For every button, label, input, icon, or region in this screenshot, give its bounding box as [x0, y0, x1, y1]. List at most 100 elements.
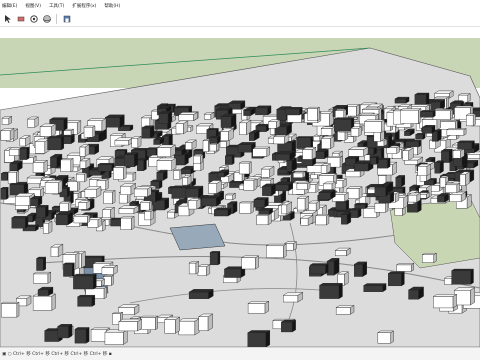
warehouse-icon: [63, 15, 70, 23]
building: [187, 198, 202, 210]
building: [172, 169, 183, 180]
building: [241, 255, 260, 270]
building: [83, 125, 96, 138]
building: [353, 202, 369, 209]
building: [402, 147, 415, 161]
building: [363, 119, 386, 133]
building: [163, 316, 181, 334]
building: [139, 200, 153, 211]
sketchup-window: 编辑(E) 视图(V) 工具(T) 扩展程序(x) 帮助(H) ▣ ○ Ctrl…: [0, 0, 480, 360]
building: [318, 282, 344, 299]
building: [158, 110, 173, 125]
building: [306, 106, 321, 122]
building: [407, 286, 425, 300]
menu-extensions[interactable]: 扩展程序(x): [72, 3, 96, 9]
building: [57, 323, 73, 339]
eraser-tool-button[interactable]: [15, 14, 26, 25]
building: [177, 318, 200, 336]
menu-tools[interactable]: 工具(T): [49, 3, 64, 9]
building: [220, 113, 237, 128]
building: [201, 195, 222, 207]
building: [102, 190, 116, 205]
building: [156, 169, 169, 181]
building: [26, 116, 40, 128]
building: [197, 264, 211, 277]
building: [254, 105, 272, 116]
building: [432, 293, 458, 309]
building: [29, 195, 43, 207]
model-viewport[interactable]: [0, 28, 480, 347]
building: [42, 220, 53, 234]
building: [335, 305, 355, 315]
building: [131, 135, 142, 148]
building: [280, 201, 293, 215]
building: [432, 109, 454, 120]
building: [11, 215, 29, 229]
building: [0, 301, 20, 318]
building: [136, 157, 148, 172]
building: [394, 96, 410, 104]
building: [178, 111, 198, 121]
building: [184, 139, 197, 150]
building: [335, 199, 350, 211]
city-model-scene: [0, 28, 480, 347]
paint-bucket-icon: [29, 15, 38, 23]
building: [19, 146, 30, 160]
building: [362, 283, 387, 293]
building: [184, 185, 204, 198]
menu-view[interactable]: 视图(V): [25, 3, 41, 9]
building: [374, 201, 389, 213]
building: [407, 192, 422, 203]
building: [76, 294, 96, 307]
warehouse-button[interactable]: [61, 14, 72, 25]
building: [97, 162, 115, 172]
building: [238, 119, 252, 136]
building: [203, 111, 215, 120]
building: [446, 128, 467, 136]
building: [197, 313, 214, 331]
building: [141, 125, 155, 139]
select-tool-button[interactable]: [2, 14, 13, 25]
building: [320, 126, 336, 136]
building: [213, 207, 232, 217]
building: [238, 161, 252, 175]
building: [35, 204, 50, 218]
menu-edit[interactable]: 编辑(E): [2, 3, 17, 9]
building: [114, 137, 134, 146]
building: [208, 135, 221, 144]
building: [118, 205, 140, 215]
building: [118, 318, 143, 332]
status-text: ▣ ○ Ctrl+ 移 Ctrl+ 移 Ctrl+ 移 Ctrl+ 移 Ctrl…: [2, 352, 112, 357]
building: [104, 114, 126, 128]
building: [0, 128, 15, 141]
menu-help[interactable]: 帮助(H): [104, 3, 120, 9]
building: [256, 212, 273, 226]
building: [253, 197, 270, 208]
building: [282, 292, 304, 303]
building: [104, 329, 129, 345]
building: [280, 319, 297, 333]
building: [119, 216, 135, 231]
building: [348, 146, 369, 157]
building: [252, 146, 271, 157]
building: [32, 159, 49, 174]
toolbar: [0, 12, 480, 27]
building: [374, 185, 389, 197]
building: [284, 106, 304, 116]
building: [419, 110, 437, 118]
building: [314, 213, 330, 226]
building: [44, 179, 63, 195]
paint-tool-button[interactable]: [28, 14, 39, 25]
building: [274, 150, 296, 161]
building: [9, 181, 29, 196]
orbit-tool-button[interactable]: [41, 14, 52, 25]
building: [307, 200, 321, 212]
building: [414, 132, 426, 140]
building: [55, 211, 74, 226]
building: [326, 257, 340, 276]
building: [395, 262, 415, 272]
building: [225, 192, 237, 201]
building: [209, 142, 220, 152]
status-bar: ▣ ○ Ctrl+ 移 Ctrl+ 移 Ctrl+ 移 Ctrl+ 移 Ctrl…: [0, 347, 480, 360]
building: [334, 247, 352, 257]
